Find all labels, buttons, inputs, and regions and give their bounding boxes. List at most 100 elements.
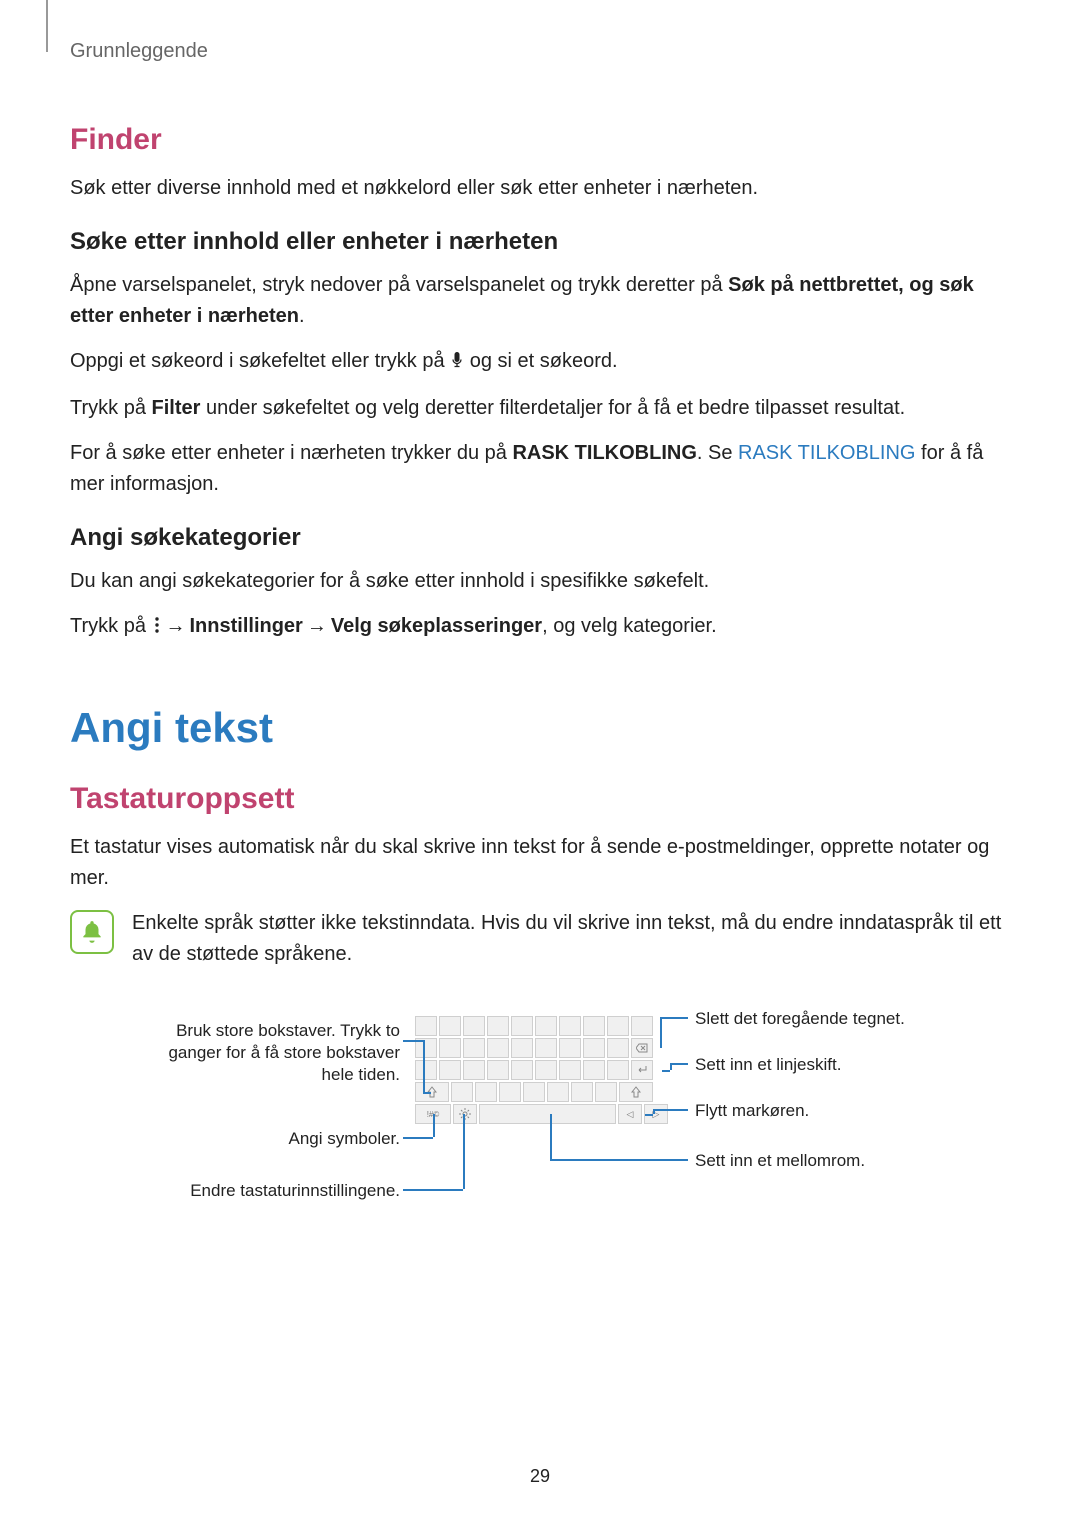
arrow-icon: →: [162, 615, 190, 637]
finder-sub1-p4: For å søke etter enheter i nærheten tryk…: [70, 438, 1010, 500]
key: [571, 1082, 593, 1102]
leader-line: [403, 1137, 433, 1139]
note-bell-icon: [70, 910, 114, 954]
key: [559, 1016, 581, 1036]
text-fragment: . Se: [697, 442, 738, 464]
text-fragment: , og velg kategorier.: [542, 615, 717, 637]
text-bold: Velg søkeplasseringer: [331, 615, 542, 637]
text-fragment: Trykk på: [70, 397, 152, 419]
callout-text: ganger for å få store bokstaver: [168, 1043, 400, 1062]
key: [523, 1082, 545, 1102]
finder-sub2-p1: Du kan angi søkekategorier for å søke et…: [70, 566, 1010, 597]
text-fragment: .: [299, 305, 305, 327]
callout-newline: Sett inn et linjeskift.: [695, 1054, 1015, 1076]
leader-line: [645, 1114, 653, 1116]
key-settings: [453, 1104, 477, 1124]
key-enter: [631, 1060, 653, 1080]
heading-search-nearby: Søke etter innhold eller enheter i nærhe…: [70, 228, 1010, 256]
leader-line: [653, 1109, 670, 1111]
key-backspace: [631, 1038, 653, 1058]
key: [535, 1060, 557, 1080]
key: [487, 1060, 509, 1080]
finder-sub1-p3: Trykk på Filter under søkefeltet og velg…: [70, 393, 1010, 424]
text-fragment: Trykk på: [70, 615, 152, 637]
key: [451, 1082, 473, 1102]
key: [583, 1016, 605, 1036]
key: [463, 1060, 485, 1080]
leader-line: [660, 1017, 662, 1048]
key: [415, 1060, 437, 1080]
link-rask-tilkobling[interactable]: RASK TILKOBLING: [738, 442, 915, 464]
key: [631, 1016, 653, 1036]
leader-line: [433, 1114, 435, 1137]
leader-line: [670, 1063, 672, 1070]
finder-intro: Søk etter diverse innhold med et nøkkelo…: [70, 173, 1010, 204]
text-bold: Innstillinger: [190, 615, 303, 637]
text-bold: Filter: [152, 397, 201, 419]
callout-symbols: Angi symboler.: [80, 1128, 400, 1150]
finder-sub2-p2: Trykk på →Innstillinger→Velg søkeplasser…: [70, 611, 1010, 644]
callout-settings: Endre tastaturinnstillingene.: [80, 1180, 400, 1202]
callout-caps: Bruk store bokstaver. Trykk to ganger fo…: [80, 1020, 400, 1086]
key: [439, 1016, 461, 1036]
key: [547, 1082, 569, 1102]
heading-angi-tekst: Angi tekst: [70, 704, 1010, 752]
finder-sub1-p2: Oppgi et søkeord i søkefeltet eller tryk…: [70, 346, 1010, 379]
leader-line: [550, 1114, 552, 1159]
leader-line: [662, 1070, 670, 1072]
leader-line: [403, 1040, 423, 1042]
key: [487, 1038, 509, 1058]
key-space: [479, 1104, 616, 1124]
note-text: Enkelte språk støtter ikke tekstinndata.…: [132, 908, 1010, 970]
callout-cursor: Flytt markøren.: [695, 1100, 1015, 1122]
key: [583, 1038, 605, 1058]
callout-space: Sett inn et mellomrom.: [695, 1150, 1015, 1172]
leader-line: [670, 1063, 688, 1065]
leader-line: [423, 1092, 431, 1094]
key: [511, 1016, 533, 1036]
callout-text: Bruk store bokstaver. Trykk to: [176, 1021, 400, 1040]
page-left-rule: [46, 0, 48, 52]
callout-text: hele tiden.: [322, 1065, 400, 1084]
finder-sub1-p1: Åpne varselspanelet, stryk nedover på va…: [70, 270, 1010, 332]
microphone-icon: [450, 348, 464, 379]
leader-line: [463, 1114, 465, 1189]
keyboard-diagram: !#© ◁ ▷ Bruk store bokstaver. Trykk to g…: [70, 1000, 1010, 1260]
key: [607, 1016, 629, 1036]
heading-finder: Finder: [70, 123, 1010, 157]
key: [439, 1060, 461, 1080]
key: [559, 1038, 581, 1058]
key: [463, 1038, 485, 1058]
key-shift: [619, 1082, 653, 1102]
text-fragment: Oppgi et søkeord i søkefeltet eller tryk…: [70, 350, 450, 372]
note-block: Enkelte språk støtter ikke tekstinndata.…: [70, 908, 1010, 970]
text-fragment: For å søke etter enheter i nærheten tryk…: [70, 442, 512, 464]
key-shift: [415, 1082, 449, 1102]
angi-sub1-p1: Et tastatur vises automatisk når du skal…: [70, 832, 1010, 894]
key: [511, 1038, 533, 1058]
leader-line: [660, 1017, 688, 1019]
key: [559, 1060, 581, 1080]
leader-line: [550, 1159, 688, 1161]
key: [535, 1038, 557, 1058]
text-fragment: og si et søkeord.: [464, 350, 617, 372]
key: [487, 1016, 509, 1036]
key: [583, 1060, 605, 1080]
arrow-icon: →: [303, 615, 331, 637]
key-cursor-left: ◁: [618, 1104, 642, 1124]
key: [607, 1038, 629, 1058]
key: [607, 1060, 629, 1080]
leader-line: [403, 1189, 463, 1191]
callout-delete: Slett det foregående tegnet.: [695, 1008, 1015, 1030]
key: [439, 1038, 461, 1058]
breadcrumb: Grunnleggende: [70, 40, 1010, 63]
key: [535, 1016, 557, 1036]
key: [511, 1060, 533, 1080]
key: [595, 1082, 617, 1102]
key: [463, 1016, 485, 1036]
text-bold: RASK TILKOBLING: [512, 442, 696, 464]
leader-line: [423, 1040, 425, 1092]
page-content: Grunnleggende Finder Søk etter diverse i…: [0, 0, 1080, 1260]
leader-line: [670, 1109, 688, 1111]
more-options-icon: [152, 613, 162, 644]
